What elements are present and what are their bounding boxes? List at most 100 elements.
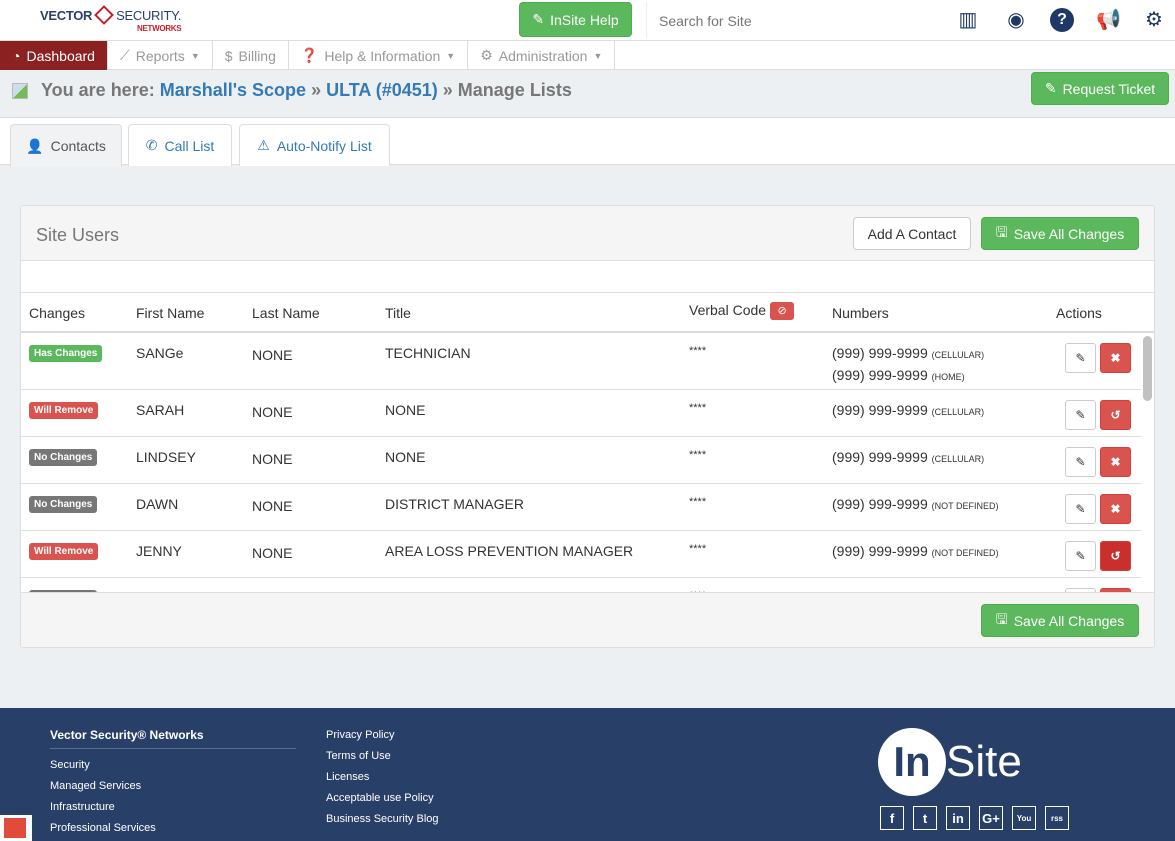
last-name: NONE [252,451,293,467]
first-name: JENNY [136,543,182,559]
table-body: Has Changes SANGe NONE TECHNICIAN **** (… [21,333,1141,593]
corner-widget-icon[interactable] [0,815,32,841]
site-users-panel: Site Users Add A Contact 🖫 Save All Chang… [20,205,1155,648]
nav-administration[interactable]: ⚙ Administration ▼ [468,41,616,70]
tab-call-list[interactable]: ✆ Call List [128,124,232,166]
footer-link[interactable]: Acceptable use Policy [326,792,434,804]
ticket-icon: ✎ [532,11,545,27]
edit-button[interactable]: ✎ [1065,541,1096,571]
footer-link[interactable]: Managed Services [50,780,141,792]
scrollbar[interactable] [1143,336,1152,401]
footer-link[interactable]: Terms of Use [326,750,391,762]
breadcrumb-current: Manage Lists [457,80,572,100]
phone-number: (999) 999-9999 (CELLULAR) [832,402,985,418]
megaphone-icon[interactable]: 📢 [1096,8,1121,32]
help-label: InSite Help [550,11,619,28]
building-icon[interactable]: ▥ [956,8,980,32]
last-name: NONE [252,545,293,561]
nav-label: Help & Information [324,47,441,64]
nav-label: Reports [135,47,185,64]
col-verbal-code: Verbal Code ⊘ [689,302,795,320]
warning-icon: ⚠ [257,137,270,153]
phone-number: (999) 999-9999 (CELLULAR) [832,449,985,465]
nav-label: Billing [238,47,276,64]
twitter-icon[interactable]: t [913,806,937,830]
nav-dashboard[interactable]: ◔ Dashboard [0,41,108,70]
verbal-code: **** [689,449,707,461]
caret-down-icon: ▼ [593,50,603,61]
breadcrumb-link-scope[interactable]: Marshall's Scope [160,80,306,101]
phone-number: (999) 999-9999 (CELLULAR) [832,345,985,361]
last-name: NONE [252,347,293,363]
save-all-changes-button-bottom[interactable]: 🖫 Save All Changes [981,604,1139,637]
title: AREA LOSS PREVENTION MANAGER [385,543,634,559]
verbal-code: **** [689,402,707,414]
footer-link[interactable]: Security [50,759,90,771]
status-badge: Will Remove [29,543,99,560]
footer-link[interactable]: Infrastructure [50,801,115,813]
save-all-changes-button[interactable]: 🖫 Save All Changes [981,217,1139,250]
gear-icon[interactable]: ⚙ [1142,8,1166,32]
panel-title: Site Users [36,225,120,245]
help-icon[interactable]: ? [1050,8,1074,32]
insite-help-button[interactable]: ✎ InSite Help [519,2,632,37]
undo-remove-button[interactable]: ↺ [1100,541,1131,571]
col-first-name: First Name [136,305,205,321]
tab-auto-notify-list[interactable]: ⚠ Auto-Notify List [239,124,390,166]
pencil-icon: ✎ [1075,549,1086,563]
eye-slash-icon[interactable]: ⊘ [770,302,795,320]
verbal-code: **** [689,543,707,555]
logo-diamond-icon [94,5,115,25]
google-plus-icon[interactable]: G+ [979,806,1003,830]
first-name: LINDSEY [136,449,196,465]
status-badge: No Changes [29,449,98,466]
floppy-icon: 🖫 [995,610,1008,627]
linkedin-icon[interactable]: in [946,806,970,830]
numbers: (999) 999-9999 (CELLULAR) [832,447,984,469]
col-last-name: Last Name [252,305,320,321]
eye-icon[interactable]: ◉ [1004,8,1028,32]
nav-label: Administration [498,47,588,64]
vector-security-logo[interactable]: VECTOR SECURITY. NETWORKS [40,5,182,33]
edit-button[interactable]: ✎ [1065,400,1096,430]
rss-icon[interactable]: rss [1045,806,1069,830]
panel-header: Site Users Add A Contact 🖫 Save All Chang… [21,206,1154,261]
footer-link[interactable]: Professional Services [50,822,156,834]
insite-logo: In Site [878,728,1022,796]
verbal-code: **** [689,345,707,357]
table-row: No Changes STEVENSON DOMINIQUE GENERAL M… [21,578,1141,593]
footer-link[interactable]: Licenses [326,771,369,783]
last-name: NONE [252,498,293,514]
remove-button[interactable]: ✖ [1100,447,1131,477]
youtube-icon[interactable]: You [1012,806,1036,830]
table-row: Will Remove SARAH NONE NONE **** (999) 9… [21,390,1141,437]
close-icon: ✖ [1110,502,1121,516]
nav-billing[interactable]: $ Billing [213,41,289,70]
request-ticket-button[interactable]: ✎ Request Ticket [1031,72,1169,105]
phone-number: (999) 999-9999 (NOT DEFINED) [832,543,999,559]
col-title: Title [385,305,411,321]
edit-button[interactable]: ✎ [1065,494,1096,524]
broken-image-icon [12,82,28,99]
pencil-icon: ✎ [1075,408,1086,422]
nav-help-information[interactable]: ❓ Help & Information ▼ [289,41,469,70]
first-name: SANGe [136,345,184,361]
col-label: Verbal Code [689,302,767,318]
remove-button[interactable]: ✖ [1100,343,1131,373]
site-search-input[interactable] [646,2,946,39]
undo-remove-button[interactable]: ↺ [1100,400,1131,430]
tab-contacts[interactable]: 👤 Contacts [10,124,122,167]
footer-link[interactable]: Business Security Blog [326,813,439,825]
top-bar: VECTOR SECURITY.NETWORKS ✎ InSite Help ▥ ◉… [0,0,1175,40]
nav-reports[interactable]: ⟋ Reports ▼ [108,41,213,70]
edit-button[interactable]: ✎ [1065,447,1096,477]
edit-button[interactable]: ✎ [1065,343,1096,373]
caret-down-icon: ▼ [190,50,200,61]
breadcrumb-link-site[interactable]: ULTA (#0451) [326,80,438,101]
col-changes: Changes [29,305,86,321]
facebook-icon[interactable]: f [880,806,904,830]
numbers: (999) 999-9999 (CELLULAR) (999) 999-9999 … [832,343,984,387]
footer-link[interactable]: Privacy Policy [326,729,394,741]
remove-button[interactable]: ✖ [1100,494,1131,524]
add-contact-button[interactable]: Add A Contact [853,217,971,250]
